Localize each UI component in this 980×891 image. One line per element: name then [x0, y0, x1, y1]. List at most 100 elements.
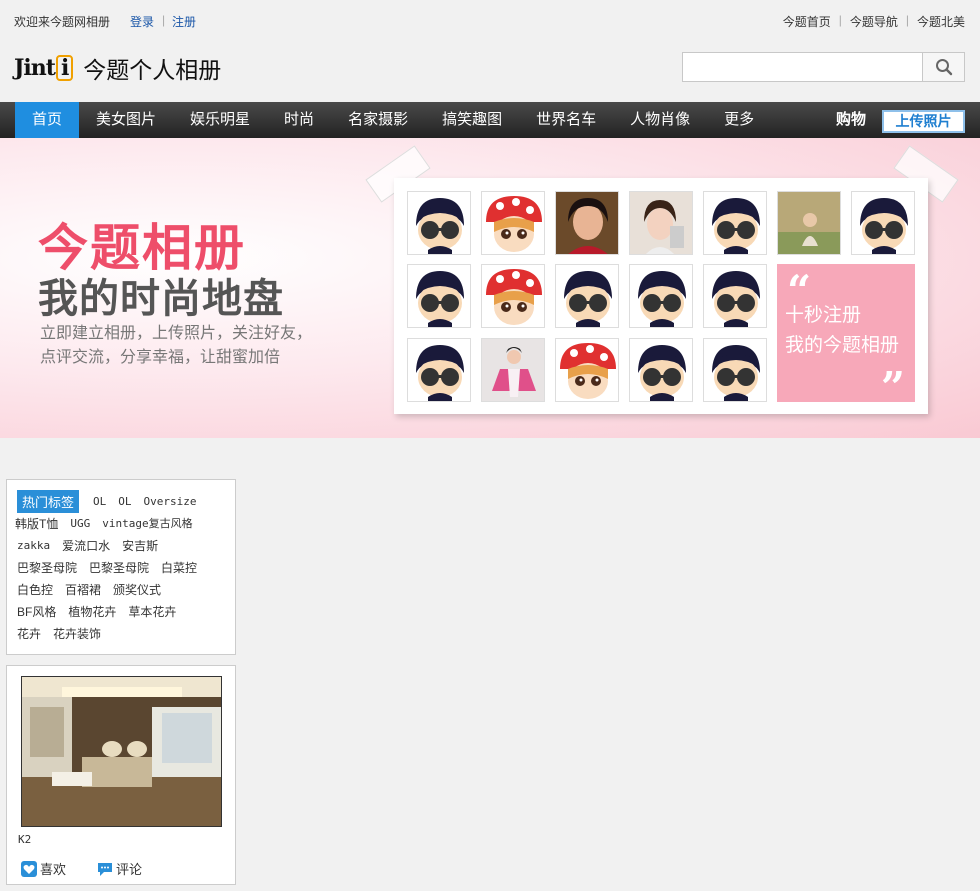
- cartoon-girl-avatar-icon: [556, 339, 618, 401]
- banner-subtitle: 我的时尚地盘: [38, 275, 284, 322]
- quote-close-icon: ”: [880, 363, 905, 412]
- like-button[interactable]: 喜欢: [21, 859, 66, 878]
- hot-tags-panel: 热门标签 OL OL Oversize 韩版T恤 UGG vintage复古风格…: [6, 479, 236, 655]
- user-avatar-photo[interactable]: [777, 191, 841, 255]
- cartoon-boy-avatar-icon: [704, 192, 766, 254]
- tag-link[interactable]: 草本花卉: [128, 603, 176, 620]
- user-photo-icon: [556, 192, 618, 254]
- tag-link[interactable]: 花卉装饰: [53, 625, 101, 642]
- photo-card: K2 喜欢 评论: [6, 665, 236, 885]
- cartoon-boy-avatar-icon: [704, 265, 766, 327]
- divider: |: [162, 13, 166, 27]
- photo-thumbnail[interactable]: [21, 676, 222, 827]
- tag-link[interactable]: 爱流口水: [62, 537, 110, 554]
- cartoon-girl-avatar-icon: [482, 192, 544, 254]
- photo-caption: K2: [18, 833, 32, 846]
- user-avatar-boy[interactable]: [407, 338, 471, 402]
- nav-item-photography[interactable]: 名家摄影: [331, 102, 425, 138]
- nav-item-cars[interactable]: 世界名车: [519, 102, 613, 138]
- user-avatar-boy[interactable]: [555, 264, 619, 328]
- cartoon-girl-avatar-icon: [482, 265, 544, 327]
- user-avatar-mushroom[interactable]: [481, 264, 545, 328]
- user-avatar-boy[interactable]: [407, 264, 471, 328]
- nav-item-fashion[interactable]: 时尚: [267, 102, 331, 138]
- nav-guide-link[interactable]: 今题导航: [850, 13, 898, 30]
- cartoon-boy-avatar-icon: [408, 339, 470, 401]
- register-link[interactable]: 注册: [172, 13, 196, 30]
- tag-link[interactable]: 安吉斯: [122, 537, 158, 554]
- user-avatar-boy[interactable]: [851, 191, 915, 255]
- user-avatar-photo[interactable]: [555, 191, 619, 255]
- upload-photo-button[interactable]: 上传照片: [882, 110, 965, 133]
- tag-link[interactable]: OL: [118, 495, 131, 508]
- divider: |: [838, 13, 842, 27]
- user-avatar-boy[interactable]: [629, 264, 693, 328]
- tag-link[interactable]: UGG: [70, 517, 90, 530]
- heart-icon: [21, 860, 37, 877]
- like-label: 喜欢: [40, 862, 67, 877]
- nav-item-more[interactable]: 更多: [707, 102, 771, 138]
- welcome-text: 欢迎来今题网相册: [14, 15, 111, 29]
- comment-button[interactable]: 评论: [97, 859, 142, 878]
- search-box: [682, 52, 965, 82]
- user-avatar-photo[interactable]: [629, 191, 693, 255]
- cartoon-boy-avatar-icon: [630, 339, 692, 401]
- register-box-line: 十秒注册: [785, 305, 862, 326]
- user-avatar-boy[interactable]: [703, 191, 767, 255]
- user-avatar-mushroom[interactable]: [481, 191, 545, 255]
- user-avatar-photo[interactable]: [481, 338, 545, 402]
- tag-link[interactable]: 韩版T恤: [15, 515, 58, 532]
- tag-link[interactable]: 巴黎圣母院: [17, 559, 77, 576]
- tag-link[interactable]: 白菜控: [161, 559, 197, 576]
- hero-banner: 今题相册 我的时尚地盘 立即建立相册，上传照片，关注好友， 点评交流，分享幸福，…: [0, 138, 980, 438]
- register-box-line: 我的今题相册: [785, 335, 900, 356]
- site-logo[interactable]: Jint i 今题个人相册: [14, 50, 221, 86]
- comment-icon: [98, 862, 112, 876]
- home-link[interactable]: 今题首页: [783, 13, 831, 30]
- quick-register-button[interactable]: “ 十秒注册 我的今题相册 ”: [777, 264, 915, 412]
- logo-mark: Jint i: [14, 55, 79, 81]
- banner-description-line: 立即建立相册，上传照片，关注好友，: [40, 325, 313, 342]
- nav-item-portraits[interactable]: 人物肖像: [613, 102, 707, 138]
- north-america-link[interactable]: 今题北美: [917, 13, 965, 30]
- user-avatar-mushroom[interactable]: [555, 338, 619, 402]
- search-input[interactable]: [682, 52, 922, 82]
- nav-item-home[interactable]: 首页: [15, 102, 80, 138]
- tag-link[interactable]: zakka: [17, 539, 50, 552]
- user-avatar-boy[interactable]: [703, 338, 767, 402]
- banner-description-line: 点评交流，分享幸福，让甜蜜加倍: [40, 349, 281, 366]
- logo-mark-text: Jint: [14, 55, 56, 81]
- cartoon-boy-avatar-icon: [408, 265, 470, 327]
- nav-item-celebrity[interactable]: 娱乐明星: [173, 102, 267, 138]
- tag-link[interactable]: 白色控: [17, 581, 53, 598]
- user-avatar-boy[interactable]: [703, 264, 767, 328]
- logo-badge: i: [55, 55, 74, 81]
- user-photo-icon: [482, 339, 544, 401]
- comment-label: 评论: [116, 862, 143, 877]
- cartoon-boy-avatar-icon: [556, 265, 618, 327]
- tag-link[interactable]: 巴黎圣母院: [89, 559, 149, 576]
- tag-link[interactable]: Oversize: [144, 495, 197, 508]
- cartoon-boy-avatar-icon: [704, 339, 766, 401]
- user-avatar-boy[interactable]: [407, 191, 471, 255]
- top-right-links: 今题首页 | 今题导航 | 今题北美: [783, 13, 965, 30]
- logo-text: 今题个人相册: [83, 58, 222, 84]
- user-avatar-boy[interactable]: [629, 338, 693, 402]
- tag-link[interactable]: BF风格: [17, 603, 56, 620]
- shop-link[interactable]: 购物: [836, 102, 866, 138]
- room-photo-icon: [22, 677, 221, 826]
- user-photo-icon: [778, 192, 840, 254]
- nav-item-funny[interactable]: 搞笑趣图: [425, 102, 519, 138]
- cartoon-boy-avatar-icon: [408, 192, 470, 254]
- tag-link[interactable]: 百褶裙: [65, 581, 101, 598]
- main-nav: 首页 美女图片 娱乐明星 时尚 名家摄影 搞笑趣图 世界名车 人物肖像 更多 购…: [0, 102, 980, 138]
- hot-tags-label: 热门标签: [17, 489, 80, 513]
- tag-link[interactable]: 植物花卉: [68, 603, 116, 620]
- login-link[interactable]: 登录: [130, 13, 154, 30]
- nav-item-beauty[interactable]: 美女图片: [79, 102, 173, 138]
- tag-link[interactable]: OL: [93, 495, 106, 508]
- tag-link[interactable]: 花卉: [17, 625, 41, 642]
- tag-link[interactable]: vintage复古风格: [102, 515, 192, 531]
- tag-link[interactable]: 颁奖仪式: [113, 581, 161, 598]
- search-button[interactable]: [922, 52, 965, 82]
